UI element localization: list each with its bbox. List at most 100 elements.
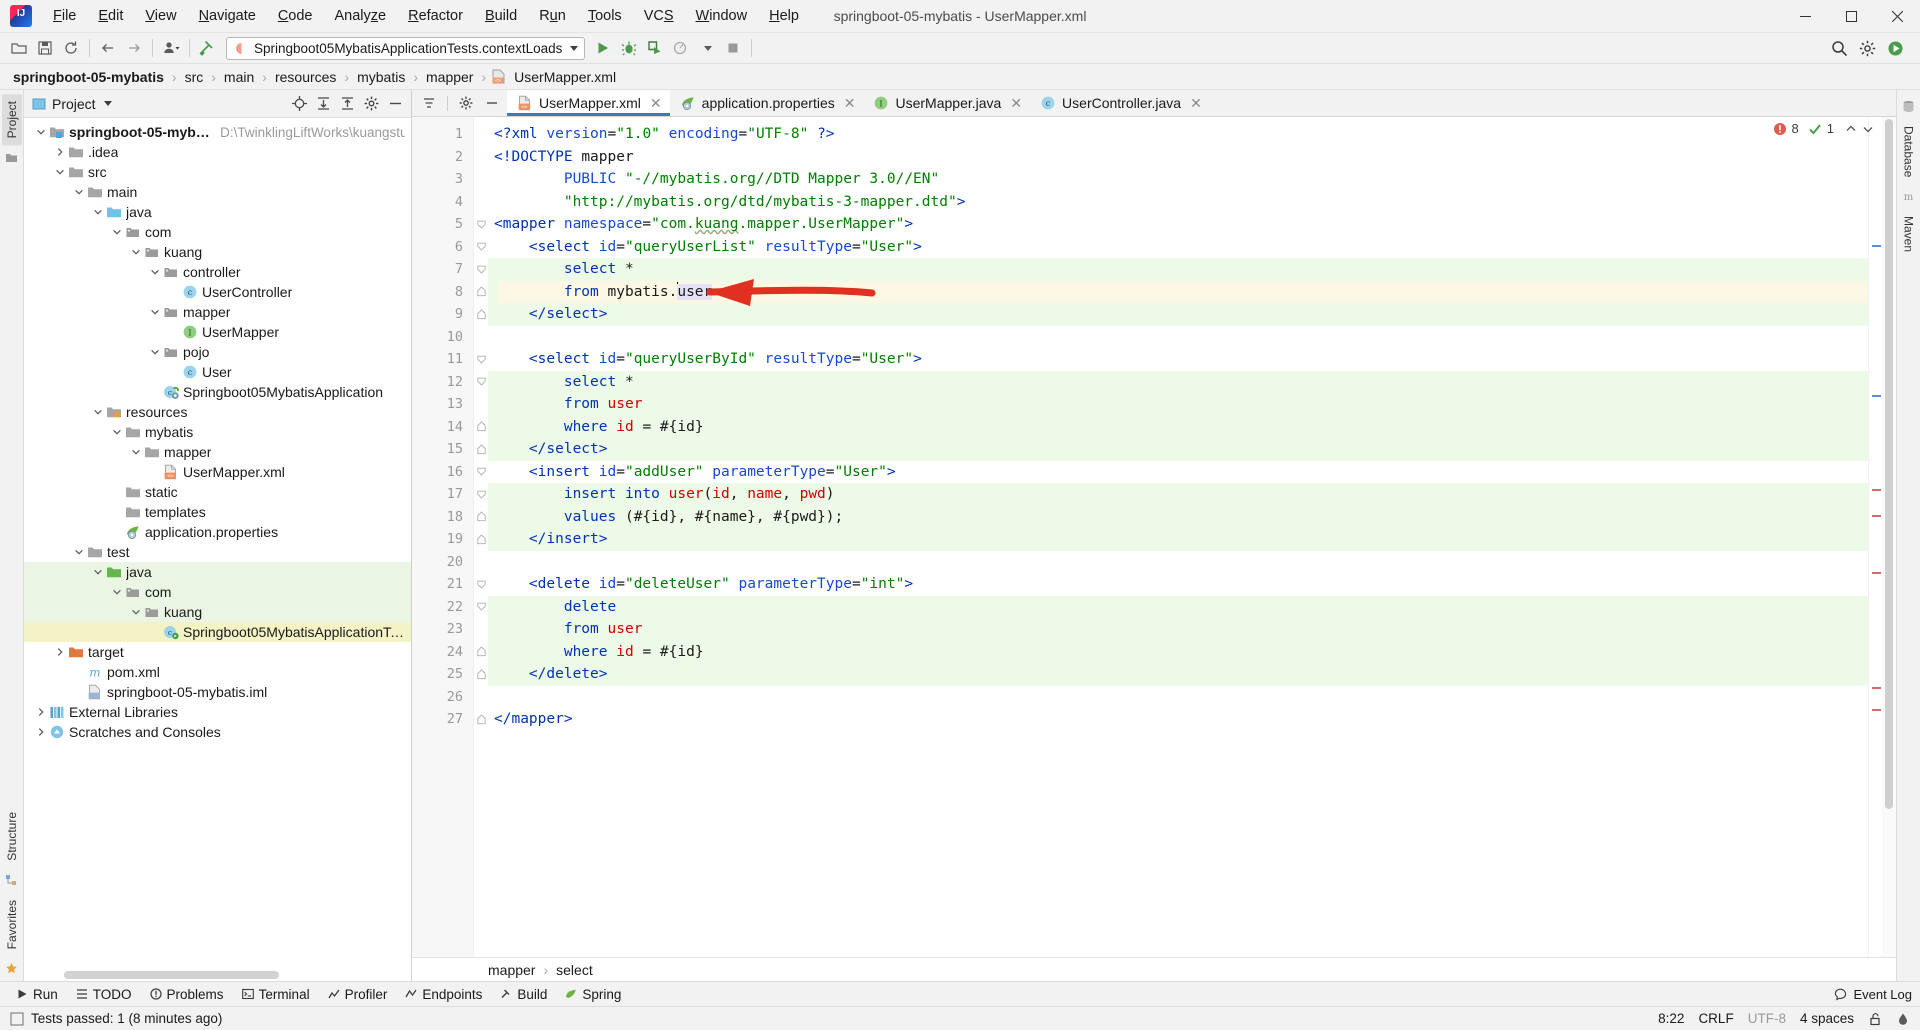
sidebar-item-structure[interactable]: Structure: [2, 805, 22, 868]
tree-node-kuang[interactable]: kuang: [24, 242, 411, 262]
inspection-widget[interactable]: 8 1: [1773, 121, 1874, 136]
code-line[interactable]: <select id="queryUserById" resultType="U…: [488, 348, 1868, 371]
file-encoding[interactable]: UTF-8: [1748, 1011, 1786, 1026]
project-tree-hscrollbar[interactable]: [64, 971, 411, 979]
tree-twisty[interactable]: [72, 547, 86, 557]
error-stripe-marker[interactable]: [1872, 515, 1881, 517]
fold-marker[interactable]: [474, 236, 488, 259]
error-stripe-marker[interactable]: [1872, 395, 1881, 397]
code-line[interactable]: select *: [488, 258, 1868, 281]
code-line[interactable]: [488, 551, 1868, 574]
code-line[interactable]: <!DOCTYPE mapper: [488, 146, 1868, 169]
tree-node-pom-xml[interactable]: m pom.xml: [24, 662, 411, 682]
fold-marker[interactable]: [474, 528, 488, 551]
project-rail-icon[interactable]: [5, 151, 18, 164]
menu-navigate[interactable]: Navigate: [188, 4, 267, 28]
tree-twisty[interactable]: [110, 227, 124, 237]
fold-marker[interactable]: [474, 303, 488, 326]
close-button[interactable]: [1874, 0, 1920, 33]
chevron-down-icon[interactable]: [103, 101, 112, 106]
hide-panel-icon[interactable]: [385, 94, 405, 114]
debug-icon[interactable]: [616, 36, 642, 60]
settings-gear-icon[interactable]: [1854, 36, 1880, 60]
code-line[interactable]: [488, 326, 1868, 349]
tool-window-build[interactable]: Build: [492, 985, 555, 1004]
tree-twisty[interactable]: [129, 607, 143, 617]
tree-twisty[interactable]: [129, 447, 143, 457]
code-line[interactable]: from mybatis.user: [488, 280, 1868, 303]
stop-icon[interactable]: [720, 36, 746, 60]
code-line[interactable]: <mapper namespace="com.kuang.mapper.User…: [488, 213, 1868, 236]
fold-marker[interactable]: [474, 596, 488, 619]
code-line[interactable]: </select>: [488, 438, 1868, 461]
search-everywhere-icon[interactable]: [1826, 36, 1852, 60]
tool-window-run[interactable]: Run: [8, 985, 66, 1004]
tree-node-com[interactable]: com: [24, 222, 411, 242]
code-line[interactable]: where id = #{id}: [488, 640, 1868, 663]
event-log-group[interactable]: Event Log: [1834, 987, 1912, 1002]
breadcrumb-item-mapper[interactable]: mapper: [423, 69, 476, 85]
menu-refactor[interactable]: Refactor: [397, 4, 474, 28]
updates-icon[interactable]: [1882, 36, 1908, 60]
fold-marker[interactable]: [474, 281, 488, 304]
tree-twisty[interactable]: [72, 187, 86, 197]
error-stripe-marker[interactable]: [1872, 489, 1881, 491]
structure-rail-icon[interactable]: [5, 874, 18, 887]
tree-node-controller[interactable]: controller: [24, 262, 411, 282]
code-line[interactable]: from user: [488, 618, 1868, 641]
fold-marker[interactable]: [474, 438, 488, 461]
tree-node-external-libraries[interactable]: External Libraries: [24, 702, 411, 722]
tree-node-mapper[interactable]: mapper: [24, 302, 411, 322]
fold-marker[interactable]: [474, 708, 488, 731]
editor-tab-usercontroller-java[interactable]: c UserController.java ✕: [1030, 90, 1210, 116]
code-line[interactable]: "http://mybatis.org/dtd/mybatis-3-mapper…: [488, 191, 1868, 214]
user-icon[interactable]: [158, 36, 184, 60]
tree-node-kuang[interactable]: kuang: [24, 602, 411, 622]
fold-marker[interactable]: [474, 483, 488, 506]
tree-twisty[interactable]: [53, 647, 67, 657]
tree-node-main[interactable]: main: [24, 182, 411, 202]
menu-analyze[interactable]: Analyze: [324, 4, 398, 28]
fold-marker[interactable]: [474, 416, 488, 439]
indent-setting[interactable]: 4 spaces: [1800, 1011, 1854, 1026]
editor-tab-usermapper-java[interactable]: I UserMapper.java ✕: [863, 90, 1030, 116]
code-line[interactable]: </insert>: [488, 528, 1868, 551]
tree-twisty[interactable]: [110, 427, 124, 437]
editor-tab-application-properties[interactable]: application.properties ✕: [670, 90, 864, 116]
sort-tabs-icon[interactable]: [422, 96, 436, 110]
menu-tools[interactable]: Tools: [577, 4, 633, 28]
caret-position[interactable]: 8:22: [1658, 1011, 1684, 1026]
menu-view[interactable]: View: [134, 4, 187, 28]
tree-node-target[interactable]: target: [24, 642, 411, 662]
fold-marker[interactable]: [474, 258, 488, 281]
favorites-star-icon[interactable]: [5, 962, 18, 975]
fold-marker[interactable]: [474, 123, 488, 146]
footer-crumb-mapper[interactable]: mapper: [484, 962, 539, 978]
tree-node-java[interactable]: java: [24, 562, 411, 582]
menu-run[interactable]: Run: [528, 4, 577, 28]
sync-icon[interactable]: [58, 36, 84, 60]
fold-marker[interactable]: [474, 213, 488, 236]
code-line[interactable]: <insert id="addUser" parameterType="User…: [488, 461, 1868, 484]
run-with-coverage-icon[interactable]: [642, 36, 668, 60]
tool-window-spring[interactable]: Spring: [557, 985, 629, 1004]
locate-icon[interactable]: [289, 94, 309, 114]
tool-window-problems[interactable]: Problems: [142, 985, 232, 1004]
error-stripe-marker[interactable]: [1872, 709, 1881, 711]
menu-build[interactable]: Build: [474, 4, 528, 28]
sidebar-item-maven[interactable]: Maven: [1899, 209, 1919, 259]
tool-window-todo[interactable]: TODO: [68, 985, 140, 1004]
tree-node-templates[interactable]: templates: [24, 502, 411, 522]
code-line[interactable]: select *: [488, 370, 1868, 393]
breadcrumb-item-main[interactable]: main: [221, 69, 257, 85]
menu-edit[interactable]: Edit: [87, 4, 134, 28]
tool-window-terminal[interactable]: Terminal: [234, 985, 318, 1004]
sidebar-item-favorites[interactable]: Favorites: [2, 893, 22, 956]
code-line[interactable]: delete: [488, 595, 1868, 618]
tree-node-mapper[interactable]: mapper: [24, 442, 411, 462]
hide-panel-icon[interactable]: [485, 96, 499, 110]
footer-crumb-select[interactable]: select: [552, 962, 597, 978]
tree-node-scratches-and-consoles[interactable]: Scratches and Consoles: [24, 722, 411, 742]
settings-gear-icon[interactable]: [361, 94, 381, 114]
maven-rail-icon[interactable]: m: [1902, 190, 1915, 203]
